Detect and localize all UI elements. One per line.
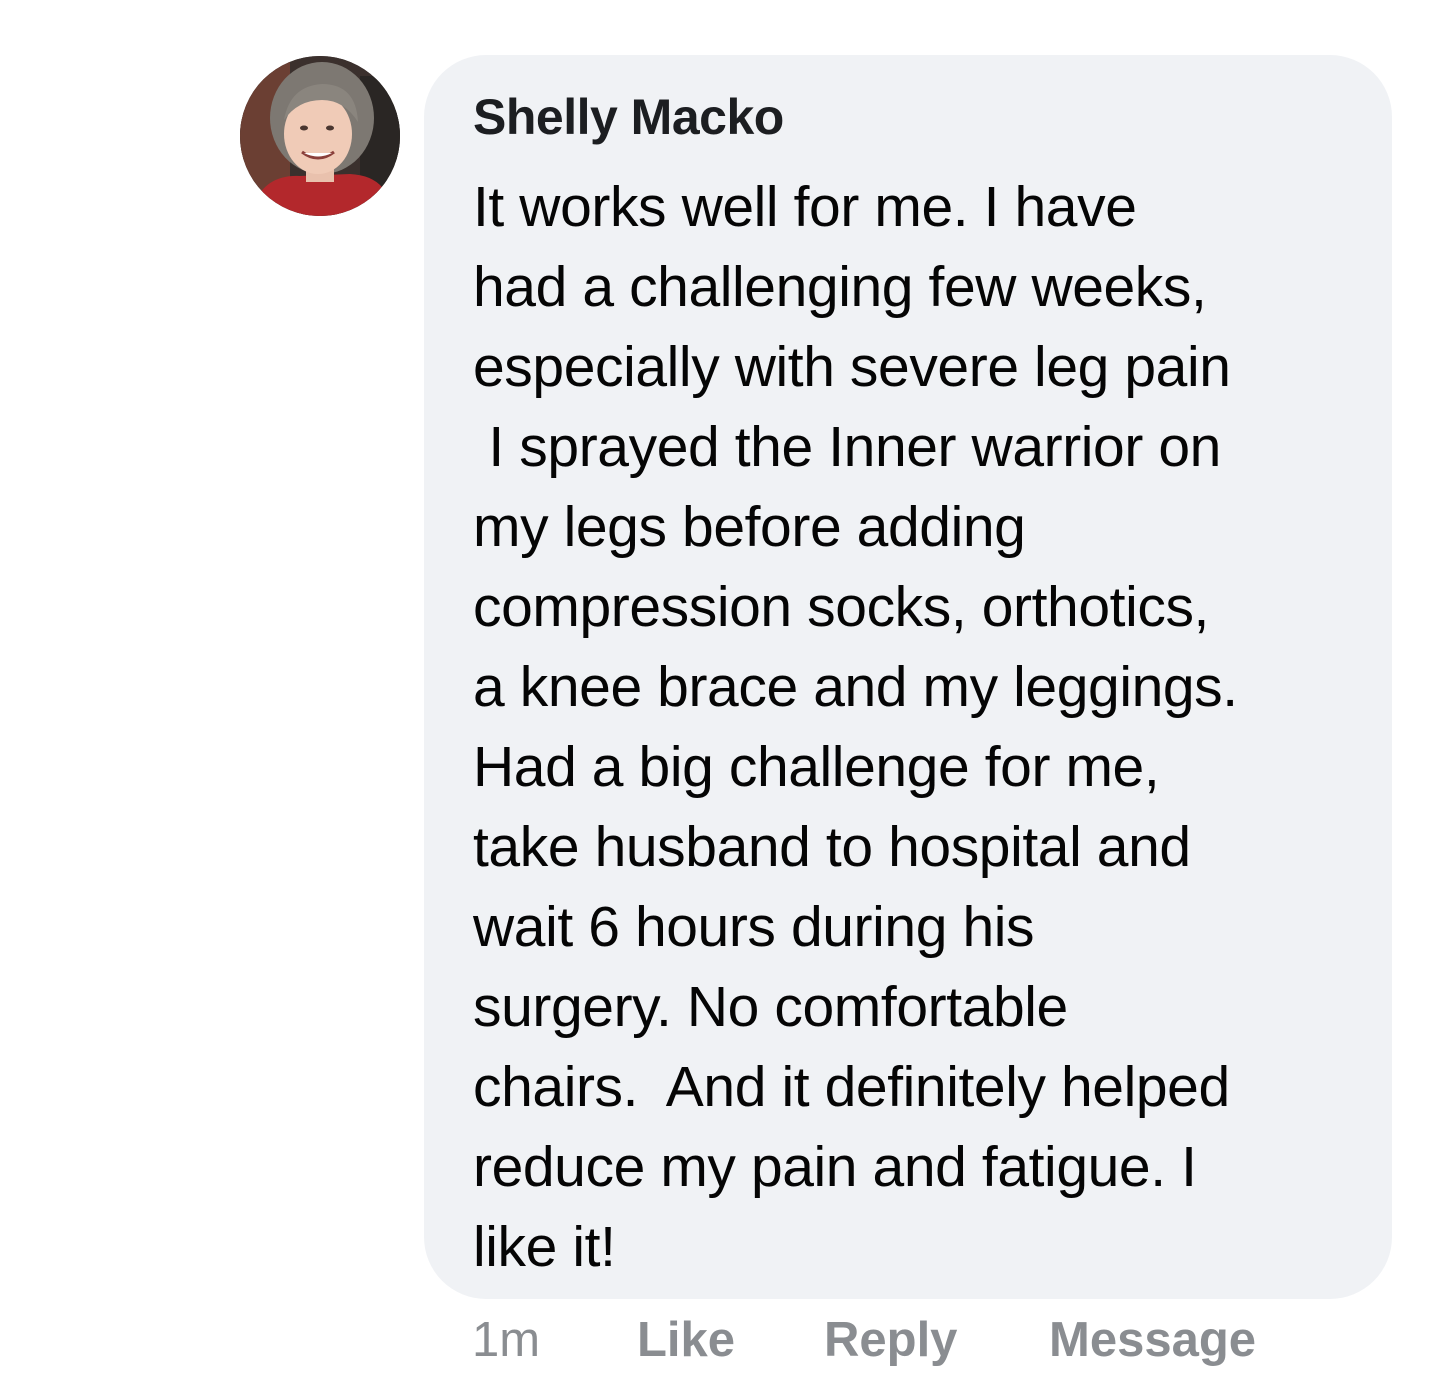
comment-timestamp[interactable]: 1m [472,1308,540,1372]
comment-bubble: Shelly Macko It works well for me. I hav… [424,55,1392,1299]
message-button[interactable]: Message [1049,1308,1256,1372]
avatar-photo-icon [240,56,400,216]
like-button[interactable]: Like [637,1308,735,1372]
reply-button[interactable]: Reply [824,1308,957,1372]
avatar[interactable] [240,56,400,216]
comment-text: It works well for me. I have had a chall… [473,175,1238,1279]
comment-author-name[interactable]: Shelly Macko [473,87,1352,147]
